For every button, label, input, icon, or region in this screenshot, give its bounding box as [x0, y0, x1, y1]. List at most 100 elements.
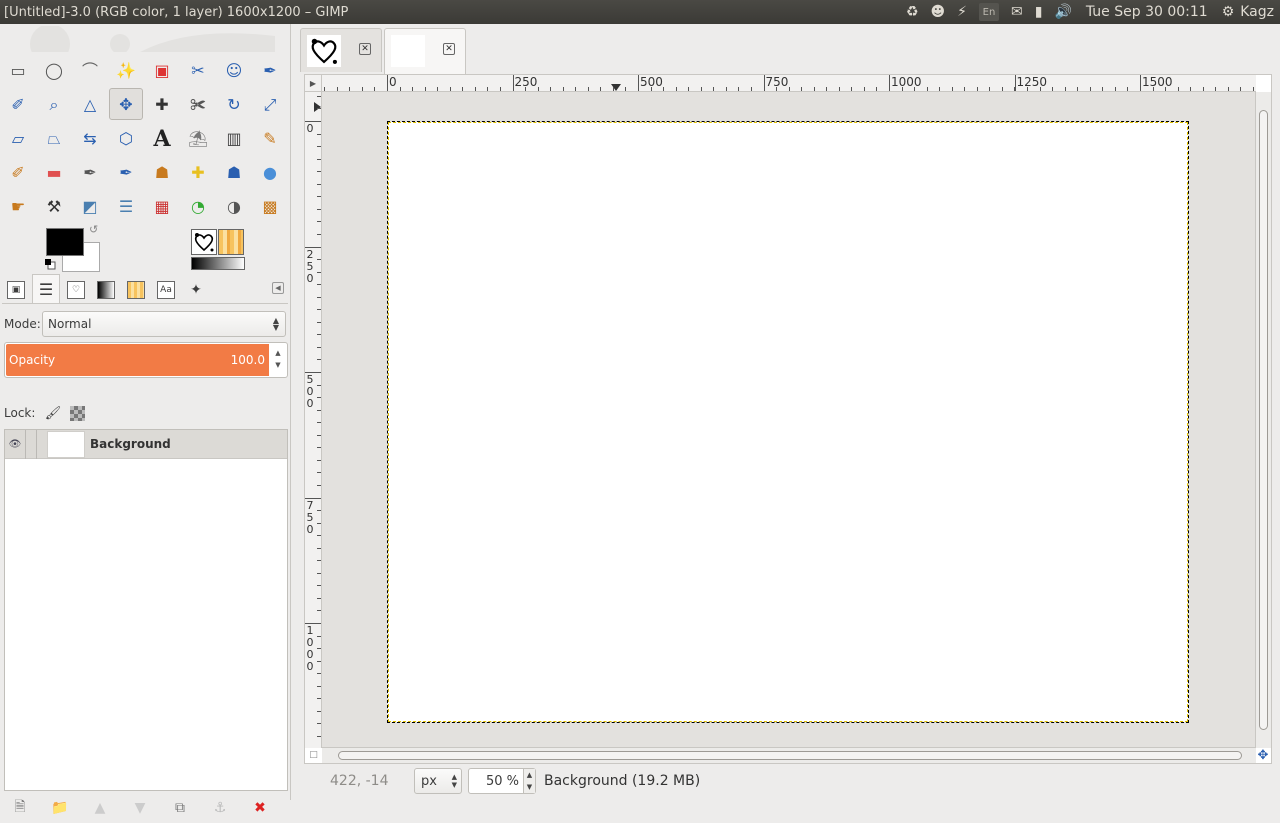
- anchor-layer-icon[interactable]: ⚓: [200, 800, 240, 816]
- blend-tool[interactable]: ▥: [216, 122, 252, 156]
- scissors-select-tool[interactable]: ✂: [180, 54, 216, 88]
- dock-menu-icon[interactable]: ◀: [272, 282, 284, 294]
- move-tool[interactable]: ✥: [108, 88, 144, 122]
- text-tool[interactable]: A: [144, 122, 180, 156]
- eraser-tool[interactable]: ▬: [36, 156, 72, 190]
- swap-colors-icon[interactable]: ↺: [89, 223, 98, 236]
- fuzzy-select-tool[interactable]: ✨: [108, 54, 144, 88]
- gradient-preview[interactable]: [191, 257, 245, 270]
- user-name[interactable]: Kagz: [1240, 4, 1280, 20]
- airbrush-tool[interactable]: ✒: [72, 156, 108, 190]
- align-tool[interactable]: ✚: [144, 88, 180, 122]
- layer-row[interactable]: 👁 Background: [5, 429, 287, 459]
- duplicate-layer-icon[interactable]: ⧉: [160, 800, 200, 816]
- ellipse-select-tool[interactable]: ◯: [36, 54, 72, 88]
- brush-preview[interactable]: [191, 229, 217, 255]
- ruler-minor-tick: [1102, 87, 1103, 91]
- clone-tool[interactable]: ☗: [144, 156, 180, 190]
- mode-select[interactable]: Normal ▲ ▼: [42, 311, 286, 337]
- gear-icon[interactable]: ⚙: [1216, 0, 1241, 24]
- free-select-tool[interactable]: ⌒: [72, 54, 108, 88]
- lock-pixels-icon[interactable]: 🖌: [44, 404, 62, 422]
- network-icon[interactable]: ⚡: [951, 0, 973, 24]
- zoom-arrows-icon[interactable]: ▲ ▼: [523, 769, 535, 793]
- measure-tool[interactable]: △: [72, 88, 108, 122]
- horizontal-ruler[interactable]: 0 250 500 750 1000 1250 1500: [322, 75, 1256, 92]
- unit-select[interactable]: px ▲ ▼: [414, 768, 462, 794]
- shear-tool[interactable]: ▱: [0, 122, 36, 156]
- quick-mask-icon[interactable]: □: [305, 747, 322, 763]
- scale-tool[interactable]: ⤢: [252, 88, 288, 122]
- sync-icon[interactable]: ♻: [900, 0, 925, 24]
- crop-tool[interactable]: ✀: [180, 88, 216, 122]
- horizontal-scroll-thumb[interactable]: [338, 751, 1242, 760]
- smudge-tool[interactable]: ☛: [0, 190, 36, 224]
- tab-layers[interactable]: ☰: [32, 274, 60, 303]
- pattern-preview[interactable]: [218, 229, 244, 255]
- image-canvas[interactable]: [387, 121, 1189, 723]
- foreground-color-swatch[interactable]: [46, 228, 84, 256]
- hue-saturation-tool[interactable]: ▦: [144, 190, 180, 224]
- tab-fonts[interactable]: Aa: [152, 277, 180, 303]
- close-icon[interactable]: ✕: [359, 43, 371, 55]
- navigate-icon[interactable]: ✥: [1255, 747, 1271, 763]
- color-picker-tool[interactable]: ✐: [0, 88, 36, 122]
- vertical-ruler[interactable]: 02505007501000: [305, 92, 322, 748]
- tab-patterns[interactable]: [122, 277, 150, 303]
- ruler-menu-icon[interactable]: ▶: [305, 75, 322, 92]
- opacity-slider[interactable]: Opacity 100.0 ▲ ▼: [4, 342, 288, 378]
- zoom-tool[interactable]: ⌕: [36, 88, 72, 122]
- clock[interactable]: Tue Sep 30 00:11: [1078, 4, 1216, 20]
- vertical-scroll-thumb[interactable]: [1259, 110, 1268, 730]
- blur-tool[interactable]: ●: [252, 156, 288, 190]
- pencil-tool[interactable]: ✎: [252, 122, 288, 156]
- rect-select-tool[interactable]: ▭: [0, 54, 36, 88]
- keyboard-layout-indicator[interactable]: En: [978, 3, 999, 21]
- canvas-view[interactable]: [322, 92, 1256, 748]
- opacity-spin-arrows-icon[interactable]: ▲ ▼: [271, 347, 285, 371]
- lower-layer-icon[interactable]: ▼: [120, 800, 160, 816]
- desaturate-tool[interactable]: ◩: [72, 190, 108, 224]
- vertical-scrollbar[interactable]: [1255, 92, 1271, 748]
- curves-tool[interactable]: ▩: [252, 190, 288, 224]
- paths-tool[interactable]: ✒: [252, 54, 288, 88]
- layer-name[interactable]: Background: [90, 437, 171, 451]
- bucket-fill-tool[interactable]: ⛱: [180, 122, 216, 156]
- chain-column[interactable]: [25, 429, 26, 459]
- zoom-value[interactable]: 50 %: [469, 774, 523, 789]
- color-balance-tool[interactable]: ◔: [180, 190, 216, 224]
- dodge-burn-tool[interactable]: ⚒: [36, 190, 72, 224]
- image-tab-untitled[interactable]: ✕: [384, 28, 466, 74]
- select-by-color-tool[interactable]: ▣: [144, 54, 180, 88]
- mail-icon[interactable]: ✉: [1005, 0, 1029, 24]
- paintbrush-tool[interactable]: ✐: [0, 156, 36, 190]
- ink-tool[interactable]: ✒: [108, 156, 144, 190]
- tab-brushes[interactable]: ♡: [62, 277, 90, 303]
- rotate-tool[interactable]: ↻: [216, 88, 252, 122]
- tab-gradients[interactable]: [92, 277, 120, 303]
- flip-tool[interactable]: ⇆: [72, 122, 108, 156]
- battery-icon[interactable]: ▮: [1029, 0, 1049, 24]
- default-colors-icon[interactable]: [44, 258, 56, 270]
- perspective-clone-tool[interactable]: ☗: [216, 156, 252, 190]
- image-tab-heart[interactable]: ✕: [300, 28, 382, 72]
- tab-tool-options[interactable]: ▣: [2, 277, 30, 303]
- close-icon[interactable]: ✕: [443, 43, 455, 55]
- threshold-tool[interactable]: ◑: [216, 190, 252, 224]
- volume-icon[interactable]: 🔊: [1048, 0, 1077, 24]
- layer-thumbnail[interactable]: [47, 430, 85, 458]
- raise-layer-icon[interactable]: ▲: [80, 800, 120, 816]
- perspective-tool[interactable]: ⏢: [36, 122, 72, 156]
- horizontal-scrollbar[interactable]: [322, 747, 1256, 763]
- zoom-input[interactable]: 50 % ▲ ▼: [468, 768, 536, 794]
- heal-tool[interactable]: ✚: [180, 156, 216, 190]
- levels-tool[interactable]: ☰: [108, 190, 144, 224]
- delete-layer-icon[interactable]: ✖: [240, 800, 280, 816]
- new-layer-group-icon[interactable]: 📁: [40, 800, 80, 816]
- pidgin-icon[interactable]: ☻: [925, 0, 952, 24]
- lock-alpha-icon[interactable]: [70, 405, 85, 421]
- cage-transform-tool[interactable]: ⬡: [108, 122, 144, 156]
- eye-icon[interactable]: 👁: [5, 439, 25, 450]
- tab-paths[interactable]: ✦: [182, 277, 210, 303]
- foreground-select-tool[interactable]: ☺: [216, 54, 252, 88]
